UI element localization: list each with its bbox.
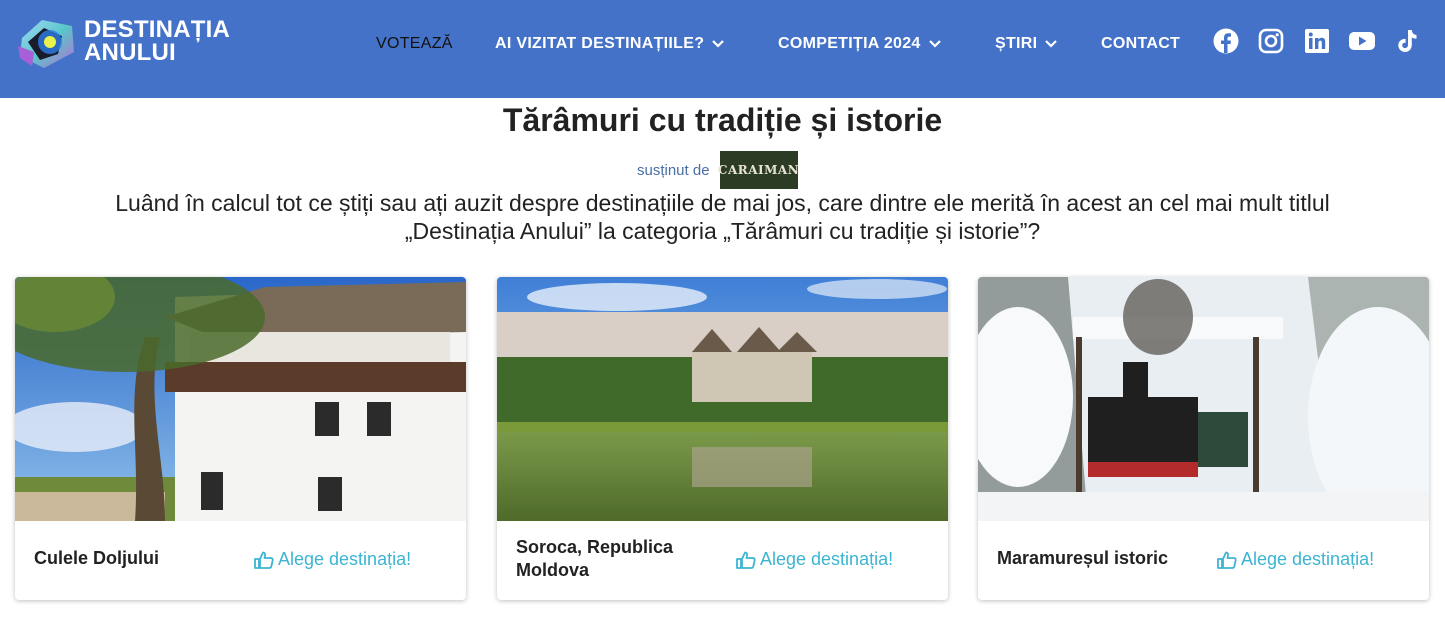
destination-name-line-2: Moldova bbox=[516, 560, 590, 580]
destination-photo[interactable] bbox=[978, 277, 1429, 521]
thumbs-up-icon bbox=[254, 551, 274, 569]
site-header: DESTINAȚIA ANULUI VOTEAZĂ AI VIZITAT DES… bbox=[0, 0, 1445, 98]
sponsor-label: susținut de bbox=[637, 161, 710, 179]
chevron-down-icon bbox=[712, 40, 725, 48]
sponsor-logo[interactable]: CARAIMAN bbox=[718, 151, 799, 189]
destination-name: Maramureșul istoric bbox=[997, 548, 1169, 568]
destination-card-culele-doljului: Culele Doljului Alege destinația! bbox=[15, 277, 466, 600]
vote-button[interactable]: Alege destinația! bbox=[254, 549, 411, 570]
chevron-down-icon bbox=[928, 40, 941, 48]
thumbs-up-icon bbox=[736, 551, 756, 569]
destination-card-maramures: Maramureșul istoric Alege destinația! bbox=[978, 277, 1429, 600]
nav-label: COMPETIȚIA 2024 bbox=[778, 35, 921, 52]
sponsor: susținut de CARAIMAN bbox=[637, 151, 799, 189]
brand-line-1: DESTINAȚIA bbox=[84, 16, 230, 43]
destination-photo[interactable] bbox=[15, 277, 466, 521]
destination-name-line-1: Soroca, Republica bbox=[516, 537, 674, 557]
page-title: Tărâmuri cu tradiție și istorie bbox=[502, 102, 943, 138]
thumbs-up-icon bbox=[1217, 551, 1237, 569]
tiktok-icon[interactable] bbox=[1394, 28, 1420, 54]
logo-icon[interactable] bbox=[14, 12, 78, 74]
vote-button[interactable]: Alege destinația! bbox=[736, 549, 893, 570]
nav-label: VOTEAZĂ bbox=[376, 35, 453, 52]
vote-button[interactable]: Alege destinația! bbox=[1217, 549, 1374, 570]
vote-label: Alege destinația! bbox=[278, 549, 412, 569]
vote-label: Alege destinația! bbox=[760, 549, 894, 569]
nav-label: CONTACT bbox=[1101, 35, 1181, 52]
youtube-icon[interactable] bbox=[1348, 28, 1376, 54]
nav-label: ȘTIRI bbox=[995, 35, 1038, 52]
chevron-down-icon bbox=[1045, 40, 1058, 48]
destination-photo[interactable] bbox=[497, 277, 948, 521]
question-line-1: Luând în calcul tot ce știți sau ați auz… bbox=[115, 190, 1330, 216]
brand-name[interactable]: DESTINAȚIA ANULUI bbox=[84, 16, 230, 66]
facebook-icon[interactable] bbox=[1213, 28, 1239, 54]
category-question: Luând în calcul tot ce știți sau ați auz… bbox=[20, 189, 1425, 245]
vote-label: Alege destinația! bbox=[1241, 549, 1375, 569]
nav-item-contact[interactable]: CONTACT bbox=[1101, 34, 1180, 54]
destination-card-soroca: Soroca, Republica Moldova Alege destinaț… bbox=[497, 277, 948, 600]
question-line-2: „Destinația Anului” la categoria „Tărâmu… bbox=[404, 218, 1041, 244]
destination-name: Soroca, Republica Moldova bbox=[516, 536, 673, 582]
nav-item-stiri[interactable]: ȘTIRI bbox=[995, 34, 1058, 54]
linkedin-icon[interactable] bbox=[1304, 28, 1330, 54]
nav-label: AI VIZITAT DESTINAȚIILE? bbox=[495, 35, 705, 52]
brand-line-2: ANULUI bbox=[84, 39, 176, 66]
nav-item-voteaza[interactable]: VOTEAZĂ bbox=[376, 34, 453, 54]
nav-item-ai-vizitat[interactable]: AI VIZITAT DESTINAȚIILE? bbox=[495, 34, 725, 54]
destination-name: Culele Doljului bbox=[34, 548, 160, 568]
instagram-icon[interactable] bbox=[1258, 28, 1284, 54]
nav-item-competitia[interactable]: COMPETIȚIA 2024 bbox=[778, 34, 941, 54]
